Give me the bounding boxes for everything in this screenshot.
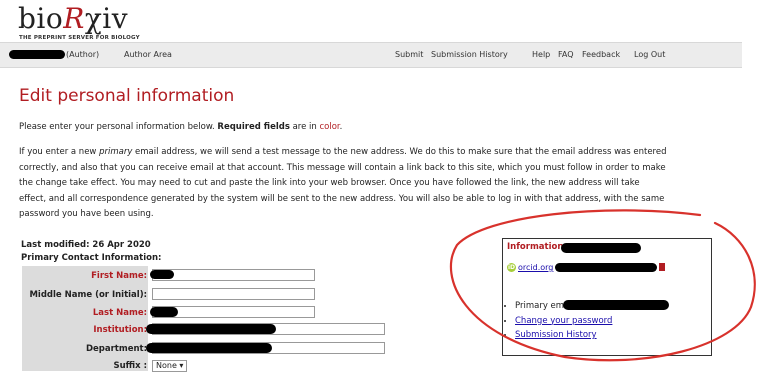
logo-tagline: THE PREPRINT SERVER FOR BIOLOGY — [19, 35, 140, 41]
redacted-username — [9, 50, 65, 59]
department-label: Department: — [85, 344, 147, 354]
last-name-label: Last Name: — [92, 308, 147, 318]
redacted-institution — [146, 324, 276, 334]
email-note-start: If you enter a new — [19, 147, 100, 157]
intro-required: Required fields — [217, 122, 290, 132]
nav-submission-history[interactable]: Submission History — [431, 50, 508, 59]
intro-end: . — [339, 122, 343, 132]
form-label-column — [22, 266, 148, 371]
logo-text-bio: bio — [18, 2, 64, 35]
logo-text-r: R — [63, 2, 85, 35]
last-modified: Last modified: 26 Apr 2020 — [21, 240, 151, 250]
top-nav: (Author) Author Area Submit Submission H… — [0, 42, 742, 68]
intro-mid: are in — [289, 122, 320, 132]
first-name-field[interactable] — [152, 269, 315, 281]
middle-name-field[interactable] — [152, 288, 315, 300]
nav-feedback[interactable]: Feedback — [582, 50, 620, 59]
biorxiv-logo[interactable]: bioRχiv — [18, 2, 128, 35]
intro-start: Please enter your personal information b… — [19, 122, 218, 132]
nav-author-area[interactable]: Author Area — [124, 50, 172, 59]
annotation-circle — [449, 209, 756, 362]
email-note-emphasis: primary — [99, 147, 133, 157]
page-title: Edit personal information — [19, 86, 235, 106]
suffix-label: Suffix : — [113, 361, 148, 371]
redacted-department — [146, 343, 272, 353]
nav-logout[interactable]: Log Out — [634, 50, 665, 59]
nav-faq[interactable]: FAQ — [558, 50, 574, 59]
institution-label: Institution: — [93, 325, 147, 335]
logo-text-xiv: χiv — [84, 2, 129, 35]
redacted-last-name — [150, 307, 178, 317]
intro-text: Please enter your personal information b… — [19, 122, 342, 132]
intro-color-word: color — [319, 122, 340, 132]
nav-help[interactable]: Help — [532, 50, 550, 59]
primary-contact-heading: Primary Contact Information: — [21, 253, 162, 263]
redacted-first-name — [150, 270, 174, 279]
first-name-label: First Name: — [91, 271, 147, 281]
nav-submit[interactable]: Submit — [395, 50, 423, 59]
author-tag: (Author) — [66, 50, 100, 59]
suffix-select[interactable]: None ▾ — [152, 360, 188, 372]
middle-name-label: Middle Name (or Initial): — [29, 290, 147, 300]
